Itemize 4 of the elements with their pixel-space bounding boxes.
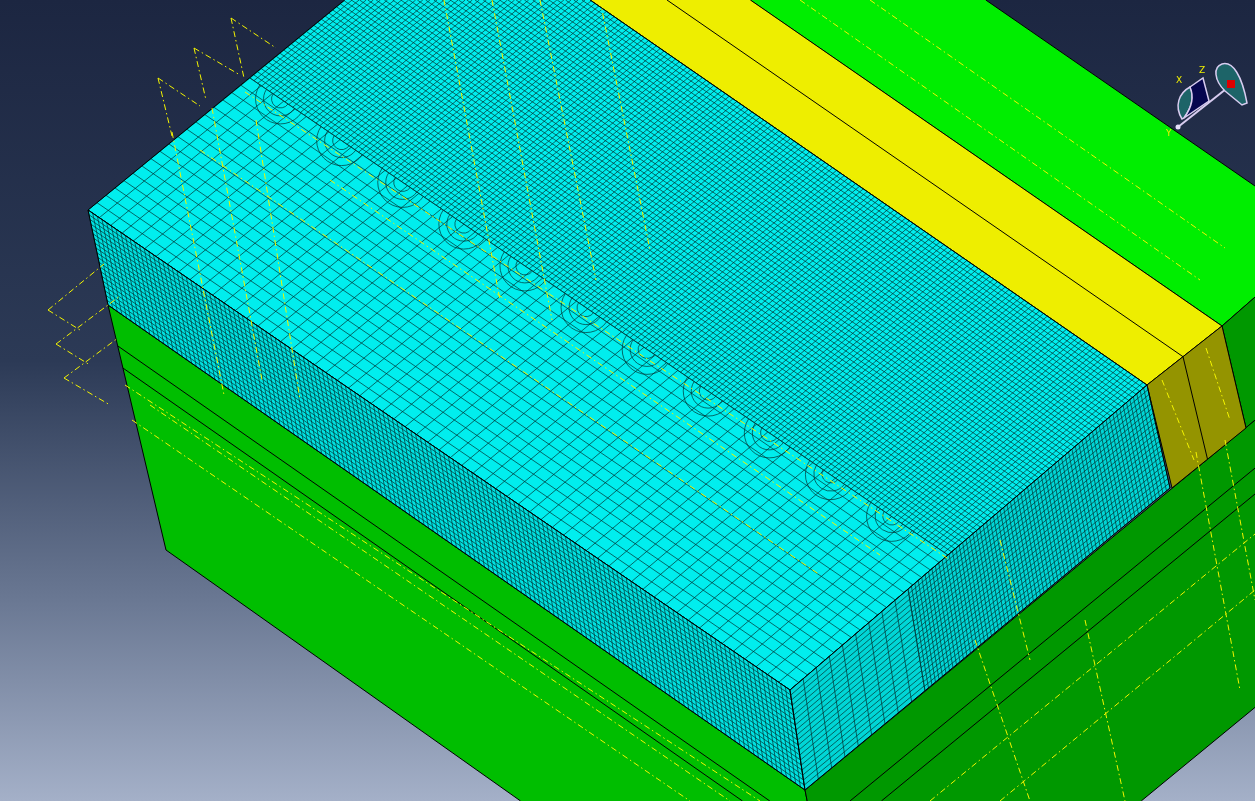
axis-label: Z	[1199, 65, 1206, 75]
view-triad-icon	[1175, 62, 1248, 130]
axis-label: X	[1176, 75, 1183, 85]
axis-label: Y	[1166, 128, 1172, 138]
